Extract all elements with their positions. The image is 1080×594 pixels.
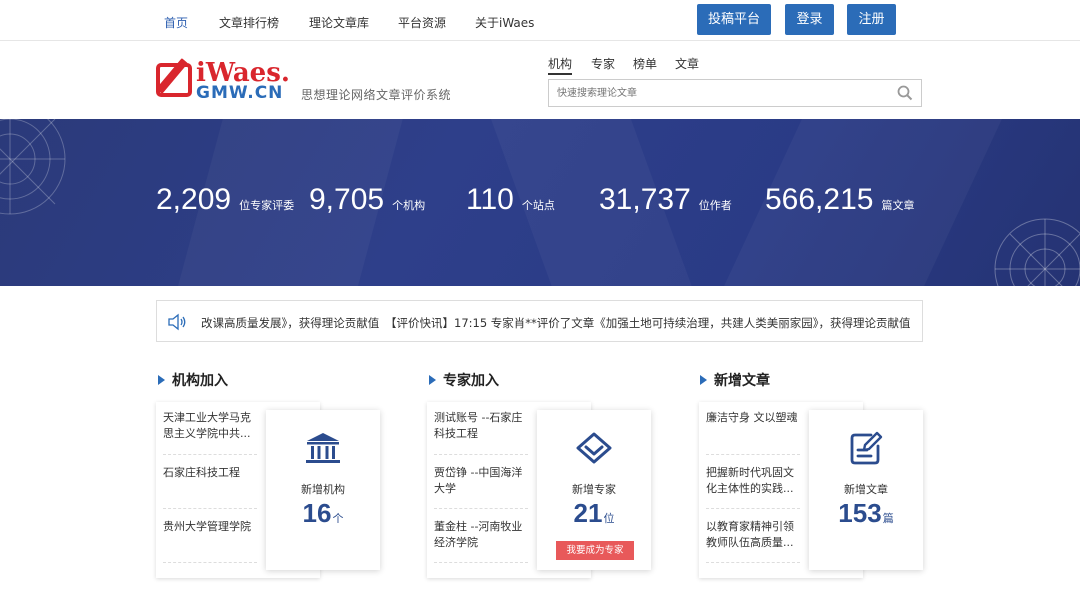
- speaker-icon: [168, 313, 186, 331]
- list-item[interactable]: 天津工业大学马克思主义学院中共...: [163, 410, 257, 442]
- logo-subtitle: 思想理论网络文章评价系统: [301, 88, 452, 102]
- list-item[interactable]: 廉洁守身 文以塑魂: [706, 410, 800, 426]
- stat-articles: 566,215 篇文章: [765, 183, 914, 217]
- login-button[interactable]: 登录: [785, 4, 834, 35]
- decorative-mesh-icon: [0, 119, 66, 215]
- become-expert-button[interactable]: 我要成为专家: [556, 541, 634, 560]
- list-item[interactable]: 把握新时代巩固文化主体性的实践...: [706, 465, 800, 497]
- triangle-icon: [429, 375, 436, 385]
- top-nav-bar: 首页 文章排行榜 理论文章库 平台资源 关于iWaes 投稿平台 登录 注册: [0, 0, 1080, 41]
- list-item[interactable]: 测试账号 --石家庄科技工程: [434, 410, 528, 442]
- ticker-text[interactable]: 改课高质量发展》，获得理论贡献值 【评价快讯】17:15 专家肖**评价了文章《…: [201, 315, 911, 331]
- list-item[interactable]: 以教育家精神引领教师队伍高质量...: [706, 519, 800, 551]
- register-button[interactable]: 注册: [847, 4, 896, 35]
- nav-article-library[interactable]: 理论文章库: [309, 14, 369, 31]
- search-icon[interactable]: [897, 85, 913, 101]
- card-label: 新增专家: [572, 483, 616, 496]
- card-count: 153篇: [838, 498, 894, 528]
- card-count: 16个: [302, 498, 344, 528]
- triangle-icon: [158, 375, 165, 385]
- new-articles-card[interactable]: 新增文章 153篇: [809, 410, 923, 570]
- stat-institutions: 9,705 个机构: [309, 183, 425, 217]
- nav-article-ranking[interactable]: 文章排行榜: [219, 14, 279, 31]
- new-experts-card[interactable]: 新增专家 21位 我要成为专家: [537, 410, 651, 570]
- stat-unit: 个站点: [521, 199, 555, 212]
- card-label: 新增机构: [301, 483, 345, 496]
- card-count: 21位: [573, 498, 615, 528]
- stat-unit: 位作者: [698, 199, 732, 212]
- section-title-institutions: 机构加入: [158, 370, 228, 390]
- search-tab-expert[interactable]: 专家: [591, 55, 615, 72]
- diamond-icon: [576, 432, 612, 464]
- triangle-icon: [700, 375, 707, 385]
- institution-building-icon: [306, 433, 340, 463]
- logo-domain: GMW.CN: [196, 83, 284, 103]
- news-ticker: 改课高质量发展》，获得理论贡献值 【评价快讯】17:15 专家肖**评价了文章《…: [156, 300, 923, 342]
- list-item[interactable]: 贾岱铮 --中国海洋大学: [434, 465, 528, 497]
- edit-document-icon: [850, 431, 883, 465]
- section-title-articles: 新增文章: [700, 370, 770, 390]
- stat-sites: 110 个站点: [466, 183, 555, 217]
- stat-experts: 2,209 位专家评委: [156, 183, 294, 217]
- stat-value: 566,215: [765, 183, 874, 216]
- search-tab-article[interactable]: 文章: [675, 55, 699, 72]
- search-bar: [548, 79, 922, 107]
- stat-value: 110: [466, 183, 514, 216]
- list-item[interactable]: 董金柱 --河南牧业经济学院: [434, 519, 528, 551]
- stat-unit: 位专家评委: [239, 199, 295, 212]
- stat-unit: 篇文章: [881, 199, 915, 212]
- card-label: 新增文章: [844, 483, 888, 496]
- stat-value: 9,705: [309, 183, 385, 216]
- stat-value: 31,737: [599, 183, 691, 216]
- nav-platform-resources[interactable]: 平台资源: [398, 14, 446, 31]
- stat-value: 2,209: [156, 183, 232, 216]
- nav-about[interactable]: 关于iWaes: [475, 14, 534, 31]
- section-title-experts: 专家加入: [429, 370, 499, 390]
- decorative-mesh-icon: [994, 218, 1080, 286]
- submit-platform-button[interactable]: 投稿平台: [697, 4, 771, 35]
- list-item[interactable]: 石家庄科技工程: [163, 465, 257, 481]
- nav-home[interactable]: 首页: [164, 14, 188, 31]
- search-tab-institution[interactable]: 机构: [548, 55, 573, 75]
- list-item[interactable]: 贵州大学管理学院: [163, 519, 257, 535]
- new-institutions-card[interactable]: 新增机构 16个: [266, 410, 380, 570]
- search-tab-ranking[interactable]: 榜单: [633, 55, 657, 72]
- search-input[interactable]: [549, 80, 879, 106]
- stat-unit: 个机构: [392, 199, 426, 212]
- stat-authors: 31,737 位作者: [599, 183, 732, 217]
